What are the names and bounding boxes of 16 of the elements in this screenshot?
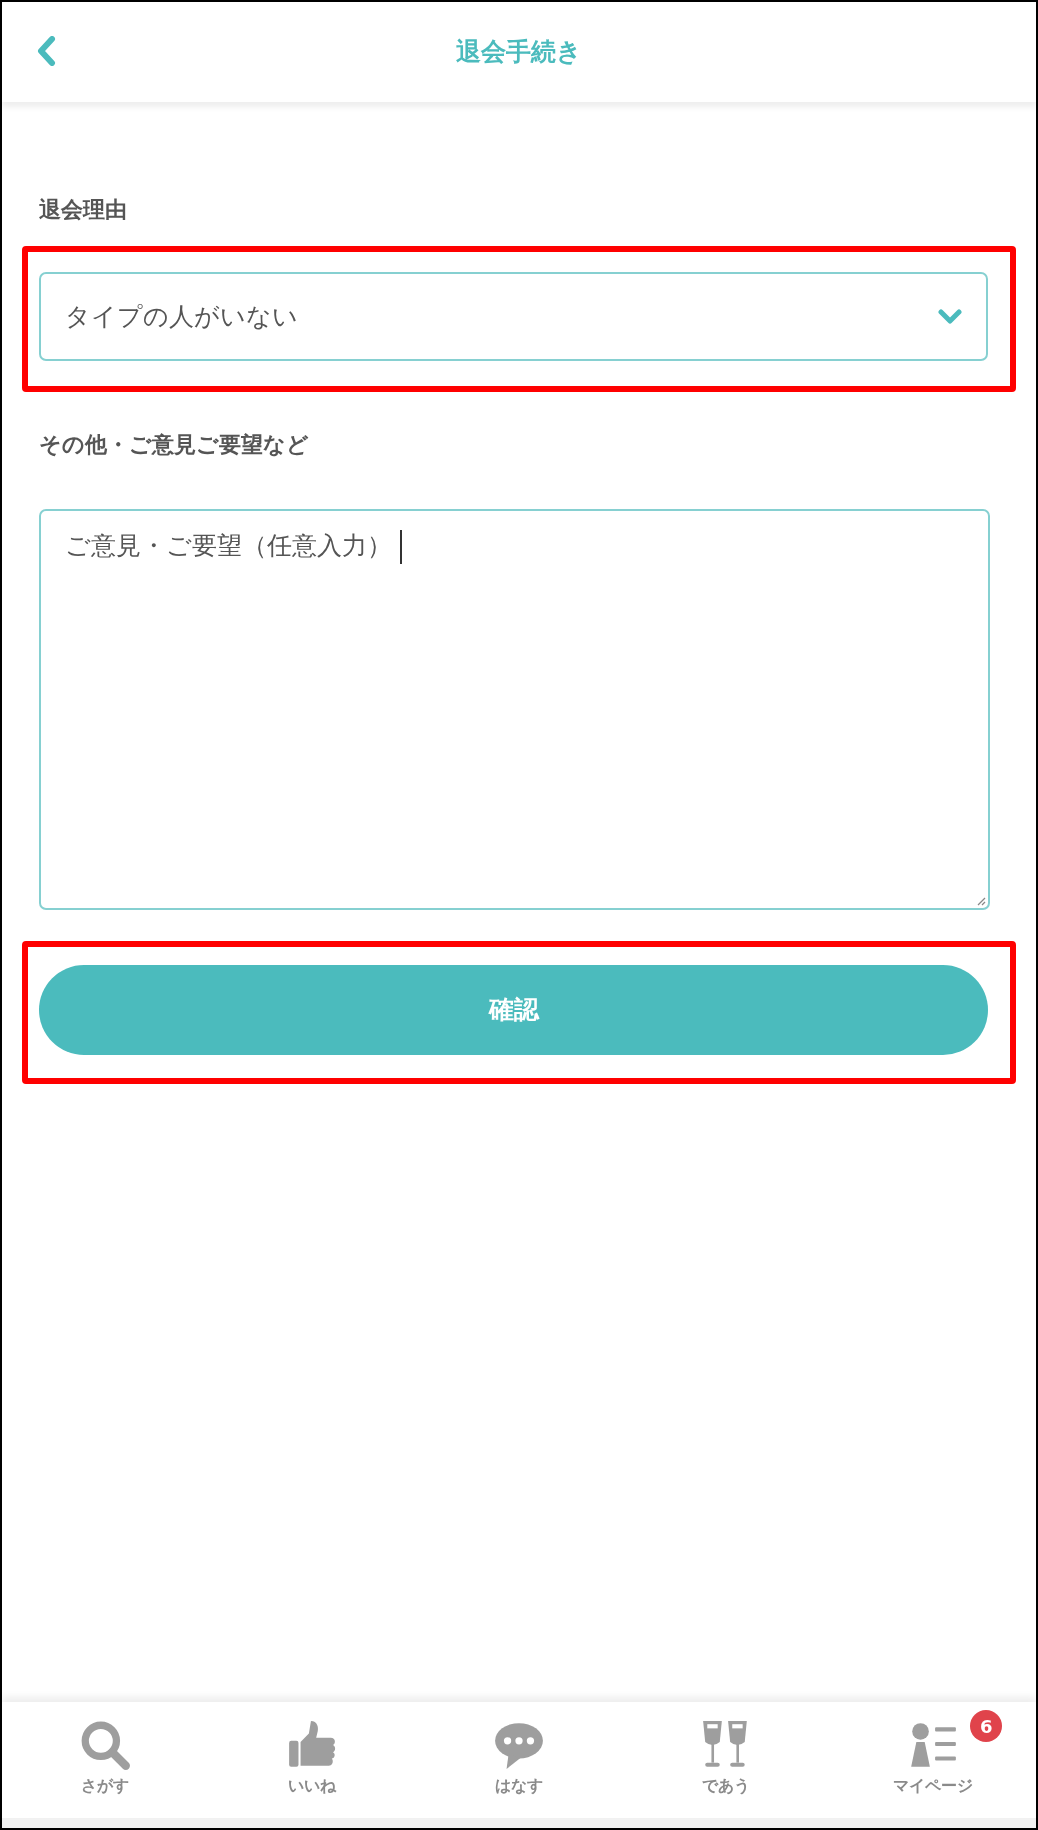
nav-tab[interactable]: マイページ 6 (829, 1702, 1036, 1818)
nav-tab[interactable]: さがす (2, 1702, 209, 1818)
nav-tab[interactable]: はなす (415, 1702, 623, 1818)
field-label: その他・ご意見ご要望など (39, 431, 309, 459)
chevron-left-icon (36, 36, 56, 66)
reason-select[interactable]: タイプの人がいない (39, 272, 988, 361)
nav-tab[interactable]: いいね (208, 1702, 416, 1818)
notification-badge: 6 (970, 1710, 1003, 1742)
page-title: 退会手続き (456, 36, 582, 69)
comment-field[interactable]: ご意見・ご要望（任意入力） (39, 509, 990, 910)
chevron-down-icon (938, 308, 962, 325)
nav-tab[interactable]: であう (622, 1702, 830, 1818)
field-label: 退会理由 (39, 196, 127, 224)
resize-handle-icon (977, 897, 986, 906)
search-icon (79, 1719, 132, 1771)
confirm-button[interactable]: 確認 (39, 965, 988, 1055)
